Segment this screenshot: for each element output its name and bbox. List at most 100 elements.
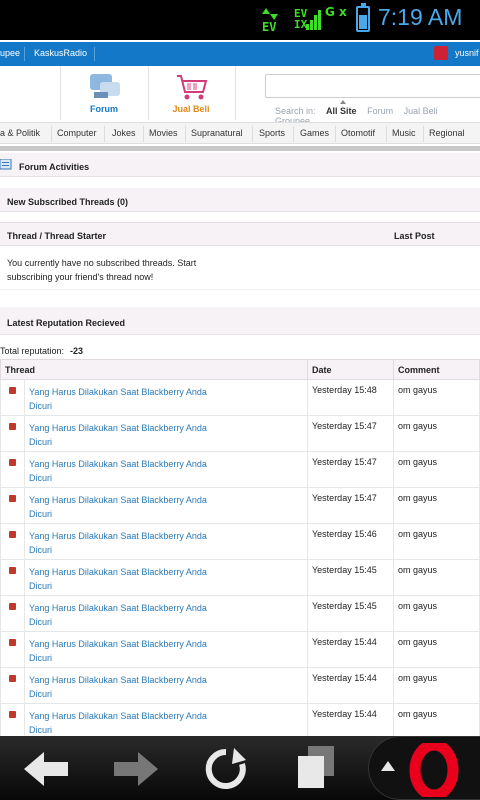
battery-icon xyxy=(356,3,370,32)
section-title: Latest Reputation Recieved xyxy=(7,318,126,328)
topnav-item-groupee[interactable]: upee xyxy=(0,48,20,58)
category-item[interactable]: Movies xyxy=(149,128,184,138)
back-button[interactable] xyxy=(16,742,76,794)
thread-link[interactable]: Yang Harus Dilakukan Saat Blackberry And… xyxy=(29,565,229,593)
thread-cell: Yang Harus Dilakukan Saat Blackberry And… xyxy=(24,559,308,596)
bullet-icon xyxy=(0,523,25,560)
comment-cell: om gayus xyxy=(393,487,480,524)
thread-link[interactable]: Yang Harus Dilakukan Saat Blackberry And… xyxy=(29,421,229,449)
category-item[interactable]: Regional xyxy=(429,128,471,138)
thread-cell: Yang Harus Dilakukan Saat Blackberry And… xyxy=(24,451,308,488)
comment-cell: om gayus xyxy=(393,559,480,596)
bullet-icon xyxy=(0,667,25,704)
column-header: Date xyxy=(307,359,394,380)
date-cell: Yesterday 15:45 xyxy=(307,559,394,596)
total-label: Total reputation: xyxy=(0,346,65,356)
date-cell: Yesterday 15:44 xyxy=(307,631,394,668)
bullet-icon xyxy=(0,595,25,632)
table-row: Yang Harus Dilakukan Saat Blackberry And… xyxy=(0,451,480,488)
subscribed-table-header: Thread / Thread Starter Last Post xyxy=(0,222,480,246)
chevron-up-icon xyxy=(381,761,395,771)
topnav-item-kaskusradio[interactable]: KaskusRadio xyxy=(34,48,87,58)
section-title: New Subscribed Threads (0) xyxy=(7,197,129,207)
reload-icon xyxy=(205,748,246,789)
column-header: Comment xyxy=(393,359,480,380)
date-cell: Yesterday 15:48 xyxy=(307,379,394,416)
thread-cell: Yang Harus Dilakukan Saat Blackberry And… xyxy=(24,379,308,416)
comment-cell: om gayus xyxy=(393,451,480,488)
search-option-forum[interactable]: Forum xyxy=(367,106,393,116)
forward-icon xyxy=(114,752,158,786)
reload-button[interactable] xyxy=(196,742,256,794)
section-title: Forum Activities xyxy=(19,162,90,172)
forum-link[interactable]: Forum xyxy=(61,72,147,114)
total-value: -23 xyxy=(70,346,84,356)
thread-cell: Yang Harus Dilakukan Saat Blackberry And… xyxy=(24,415,308,452)
comment-cell: om gayus xyxy=(393,631,480,668)
username[interactable]: yusnif xyxy=(455,48,479,58)
thread-link[interactable]: Yang Harus Dilakukan Saat Blackberry And… xyxy=(29,709,229,737)
category-item[interactable]: a & Politik xyxy=(0,128,46,138)
comment-cell: om gayus xyxy=(393,379,480,416)
jualbeli-link[interactable]: Jual Beli xyxy=(148,72,234,114)
thread-cell: Yang Harus Dilakukan Saat Blackberry And… xyxy=(24,631,308,668)
total-reputation: Total reputation: -23 xyxy=(0,346,83,356)
status-bar: EV EV IX G x 7:19 AM xyxy=(0,0,480,40)
table-row: Yang Harus Dilakukan Saat Blackberry And… xyxy=(0,415,480,452)
table-row: Yang Harus Dilakukan Saat Blackberry And… xyxy=(0,703,480,740)
opera-menu-button[interactable] xyxy=(368,736,480,800)
clock: 7:19 AM xyxy=(378,4,463,30)
thread-link[interactable]: Yang Harus Dilakukan Saat Blackberry And… xyxy=(29,457,229,485)
list-icon xyxy=(0,159,12,170)
thread-cell: Yang Harus Dilakukan Saat Blackberry And… xyxy=(24,523,308,560)
bullet-icon xyxy=(0,379,25,416)
table-row: Yang Harus Dilakukan Saat Blackberry And… xyxy=(0,487,480,524)
ev-indicator: EV xyxy=(262,8,280,33)
forum-icon xyxy=(90,74,120,98)
category-item[interactable]: Jokes xyxy=(112,128,142,138)
search-option-jual-beli[interactable]: Jual Beli xyxy=(404,106,438,116)
search-option-all-site[interactable]: All Site xyxy=(326,106,357,116)
column-header: Thread / Thread Starter xyxy=(7,231,107,241)
thread-link[interactable]: Yang Harus Dilakukan Saat Blackberry And… xyxy=(29,529,229,557)
comment-cell: om gayus xyxy=(393,595,480,632)
thread-link[interactable]: Yang Harus Dilakukan Saat Blackberry And… xyxy=(29,673,229,701)
table-row: Yang Harus Dilakukan Saat Blackberry And… xyxy=(0,595,480,632)
top-nav: upee KaskusRadio yusnif xyxy=(0,42,480,66)
category-item[interactable]: Computer xyxy=(57,128,103,138)
signal-bars-icon xyxy=(306,10,321,30)
column-header: Thread xyxy=(0,359,308,380)
tabs-icon xyxy=(298,746,334,788)
reputation-table: Thread Date Comment Yang Harus Dilakukan… xyxy=(0,359,480,740)
bullet-icon xyxy=(0,487,25,524)
date-cell: Yesterday 15:45 xyxy=(307,595,394,632)
category-item[interactable]: Music xyxy=(392,128,422,138)
thread-link[interactable]: Yang Harus Dilakukan Saat Blackberry And… xyxy=(29,601,229,629)
comment-cell: om gayus xyxy=(393,703,480,740)
date-cell: Yesterday 15:44 xyxy=(307,703,394,740)
table-row: Yang Harus Dilakukan Saat Blackberry And… xyxy=(0,559,480,596)
thread-link[interactable]: Yang Harus Dilakukan Saat Blackberry And… xyxy=(29,385,229,413)
category-item[interactable]: Supranatural xyxy=(191,128,249,138)
date-cell: Yesterday 15:44 xyxy=(307,667,394,704)
divider xyxy=(0,146,480,151)
category-bar: a & Politik Computer Jokes Movies Supran… xyxy=(0,122,480,144)
table-row: Yang Harus Dilakukan Saat Blackberry And… xyxy=(0,379,480,416)
avatar[interactable] xyxy=(434,46,448,60)
search-in-label: Search in: xyxy=(275,106,316,116)
search-input[interactable] xyxy=(265,74,480,98)
category-item[interactable]: Otomotif xyxy=(341,128,381,138)
category-item[interactable]: Sports xyxy=(259,128,291,138)
thread-cell: Yang Harus Dilakukan Saat Blackberry And… xyxy=(24,667,308,704)
signal-arrows-icon xyxy=(262,8,278,20)
forward-button[interactable] xyxy=(106,742,166,794)
forum-activities-header: Forum Activities xyxy=(0,153,480,177)
category-item[interactable]: Games xyxy=(300,128,335,138)
comment-cell: om gayus xyxy=(393,523,480,560)
column-header: Last Post xyxy=(394,231,435,241)
table-row: Yang Harus Dilakukan Saat Blackberry And… xyxy=(0,523,480,560)
tabs-button[interactable] xyxy=(286,742,346,794)
date-cell: Yesterday 15:47 xyxy=(307,451,394,488)
thread-link[interactable]: Yang Harus Dilakukan Saat Blackberry And… xyxy=(29,493,229,521)
thread-link[interactable]: Yang Harus Dilakukan Saat Blackberry And… xyxy=(29,637,229,665)
